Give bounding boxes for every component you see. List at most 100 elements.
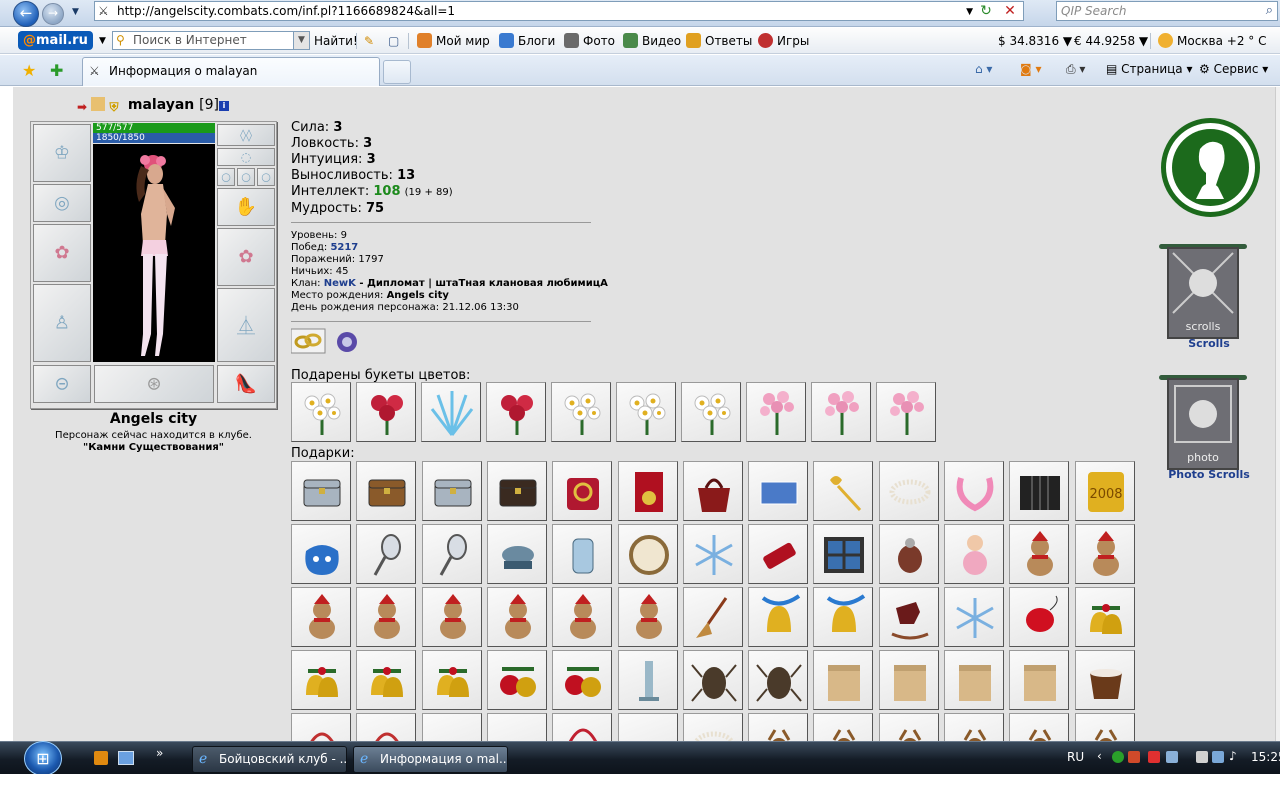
- reindeer-icon[interactable]: [1009, 713, 1070, 741]
- basket-icon[interactable]: [356, 713, 417, 741]
- chevron-down-icon[interactable]: ▼: [293, 32, 309, 49]
- city-emblem[interactable]: [1161, 118, 1260, 217]
- toolbar-item-games[interactable]: Игры: [758, 32, 809, 50]
- arrow-icon[interactable]: ➡: [75, 100, 89, 114]
- silver-chest-icon[interactable]: [421, 461, 482, 521]
- mailru-dropdown-icon[interactable]: ▼: [99, 32, 106, 50]
- christmas-ornaments-icon[interactable]: [486, 650, 547, 710]
- blue-ice-bouquet-icon[interactable]: [421, 382, 481, 442]
- samovar-icon[interactable]: [878, 524, 939, 584]
- ring-slot-2[interactable]: ○: [237, 168, 255, 186]
- golden-bell-icon[interactable]: [748, 587, 809, 647]
- 2008-sign-icon[interactable]: 2008: [1074, 461, 1135, 521]
- hand-mirror-icon[interactable]: [356, 524, 417, 584]
- toolbar-item-answers[interactable]: Ответы: [686, 32, 752, 50]
- media-player-icon[interactable]: [94, 751, 108, 765]
- reindeer-icon[interactable]: [748, 713, 809, 741]
- bracer-slot[interactable]: ◎: [33, 184, 91, 222]
- pink-flower-bouquet-icon[interactable]: [811, 382, 871, 442]
- print-icon[interactable]: ⎙ ▾: [1066, 62, 1085, 77]
- page-icon[interactable]: ▢: [388, 32, 399, 50]
- tambourine-icon[interactable]: [617, 524, 678, 584]
- search-icon[interactable]: ⌕: [1266, 2, 1273, 20]
- history-dropdown-icon[interactable]: ▼: [72, 7, 79, 17]
- service-menu[interactable]: ⚙ Сервис ▾: [1199, 62, 1268, 76]
- highlight-icon[interactable]: ✎: [364, 32, 374, 50]
- qip-search-input[interactable]: QIP Search ⌕: [1056, 1, 1278, 21]
- spider-icon[interactable]: [682, 650, 743, 710]
- wooden-chest-icon[interactable]: [356, 461, 417, 521]
- crystal-tower-icon[interactable]: [617, 650, 678, 710]
- golden-bell-icon[interactable]: [813, 587, 874, 647]
- leggings-slot[interactable]: ⏅: [217, 288, 275, 362]
- christmas-bells-icon[interactable]: [1074, 587, 1135, 647]
- window-frame-icon[interactable]: [813, 524, 874, 584]
- clan-link[interactable]: NewK: [324, 278, 356, 289]
- santa-bear-icon[interactable]: [356, 587, 417, 647]
- toolbar-item-photo[interactable]: Фото: [564, 32, 615, 50]
- shield-slot[interactable]: ✿: [217, 228, 275, 286]
- santa-bear-icon[interactable]: [1074, 524, 1135, 584]
- pink-flower-bouquet-icon[interactable]: [746, 382, 806, 442]
- blue-sack-icon[interactable]: [291, 524, 351, 584]
- belt-slot[interactable]: ⊝: [33, 365, 91, 403]
- spider-icon[interactable]: [748, 650, 809, 710]
- paper-bag-icon[interactable]: [878, 650, 939, 710]
- stop-icon[interactable]: ✕: [1001, 2, 1019, 20]
- santa-bear-icon[interactable]: [486, 587, 547, 647]
- gloves-slot[interactable]: ✋: [217, 188, 275, 226]
- forward-button[interactable]: →: [42, 3, 64, 25]
- language-indicator[interactable]: RU: [1067, 750, 1084, 764]
- ring-slot-3[interactable]: ○: [257, 168, 275, 186]
- taskbar-item-info[interactable]: ℯ Информация о mal...: [353, 746, 508, 773]
- scrolls-banner[interactable]: scrolls: [1167, 247, 1239, 339]
- santa-bear-icon[interactable]: [1009, 524, 1070, 584]
- daisy-bouquet-icon[interactable]: [616, 382, 676, 442]
- chocolate-bar-icon[interactable]: [421, 713, 482, 741]
- daisy-bouquet-icon[interactable]: [681, 382, 741, 442]
- snowflake-icon[interactable]: [944, 587, 1004, 647]
- back-button[interactable]: ←: [13, 1, 39, 27]
- tray-expand-icon[interactable]: ‹: [1097, 749, 1102, 763]
- ring-box-icon[interactable]: [552, 461, 613, 521]
- red-gift-box-icon[interactable]: [617, 461, 678, 521]
- earrings-slot[interactable]: ◊◊: [217, 124, 275, 146]
- url-input[interactable]: ⚔ http://angelscity.combats.com/inf.pl?1…: [94, 1, 1024, 21]
- basket-icon[interactable]: [291, 713, 351, 741]
- start-button[interactable]: ⊞: [24, 741, 62, 776]
- toolbar-item-video[interactable]: Видео: [623, 32, 681, 50]
- pink-boa-icon[interactable]: [944, 461, 1004, 521]
- mount-slot[interactable]: ⊛: [94, 365, 214, 403]
- align-icon[interactable]: [91, 97, 105, 111]
- reindeer-icon[interactable]: [878, 713, 939, 741]
- santa-bear-icon[interactable]: [617, 587, 678, 647]
- page-menu[interactable]: ▤ Страница ▾: [1106, 62, 1193, 76]
- accordion-icon[interactable]: [1009, 461, 1070, 521]
- daisy-bouquet-icon[interactable]: [551, 382, 611, 442]
- reindeer-icon[interactable]: [944, 713, 1004, 741]
- red-bag-icon[interactable]: [552, 713, 613, 741]
- home-icon[interactable]: ⌂ ▾: [975, 62, 992, 76]
- helmet-slot[interactable]: ♔: [33, 124, 91, 182]
- pearl-necklace-icon[interactable]: [878, 461, 939, 521]
- toolbar-item-blogs[interactable]: Блоги: [499, 32, 555, 50]
- pink-flower-bouquet-icon[interactable]: [876, 382, 936, 442]
- opera-tray-icon[interactable]: [1148, 751, 1160, 763]
- volume-icon[interactable]: ♪: [1229, 749, 1237, 763]
- page-scrollbar[interactable]: [1275, 87, 1280, 741]
- milk-can-icon[interactable]: [552, 524, 613, 584]
- christmas-bells-icon[interactable]: [356, 650, 417, 710]
- photo-scrolls-banner[interactable]: photo: [1167, 378, 1239, 470]
- photo-scrolls-link[interactable]: Photo Scrolls: [1149, 468, 1269, 481]
- hand-mirror-icon[interactable]: [421, 524, 482, 584]
- eur-rate[interactable]: € 44.9258 ▼: [1074, 32, 1148, 50]
- character-portrait[interactable]: [93, 144, 215, 362]
- toolbar-item-my-world[interactable]: Мой мир: [417, 32, 490, 50]
- taskbar-item-fight-club[interactable]: ℯ Бойцовский клуб - ...: [192, 746, 347, 773]
- chocolate-pot-icon[interactable]: [1074, 650, 1135, 710]
- pearl-necklace-icon[interactable]: [682, 713, 743, 741]
- reindeer-icon[interactable]: [1074, 713, 1135, 741]
- amulet-slot[interactable]: ◌: [217, 148, 275, 166]
- power-tray-icon[interactable]: [1196, 751, 1208, 763]
- favorites-star-icon[interactable]: ★: [22, 61, 36, 80]
